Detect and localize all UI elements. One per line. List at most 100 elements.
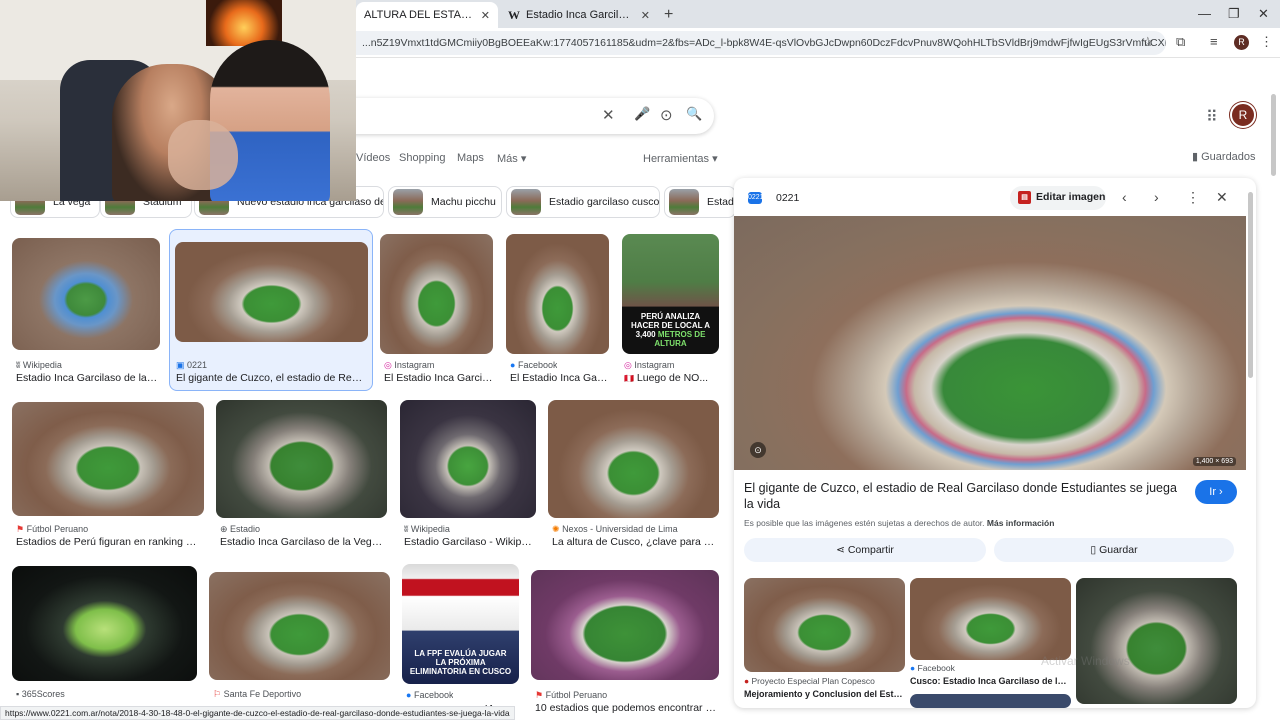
result-title[interactable]: 🇵🇪 Luego de NO... — [624, 372, 720, 384]
chip-thumbnail — [393, 189, 423, 215]
url-input[interactable]: ...n5Z19Vmxt1tdGMCmiiy0BgBOEEaKw:1774057… — [340, 31, 1166, 55]
activation-watermark: Activar Windows — [1041, 654, 1130, 668]
result-card[interactable]: ⚑ Fútbol Peruano 10 estadios que podemos… — [531, 570, 720, 716]
result-card[interactable]: ʬ Wikipedia Estadio Garcilaso - Wikipedi… — [400, 400, 537, 552]
result-card[interactable]: ʬ Wikipedia Estadio Inca Garcilaso de la… — [12, 238, 162, 386]
result-title[interactable]: El gigante de Cuzco, el estadio de Real … — [176, 372, 366, 384]
related-image[interactable] — [910, 694, 1071, 708]
related-image[interactable] — [744, 578, 905, 672]
result-image-caption: Perú analiza hacer de local a 3,400 metr… — [630, 312, 711, 348]
minimize-icon[interactable]: — — [1198, 6, 1211, 21]
result-image[interactable] — [400, 400, 536, 518]
webcam-hand — [168, 120, 238, 190]
save-label: Guardar — [1099, 544, 1138, 556]
result-card[interactable]: ⚐ Santa Fe Deportivo — [209, 572, 391, 706]
search-input[interactable] — [300, 98, 714, 134]
related-image[interactable] — [910, 578, 1071, 660]
more-options-icon[interactable]: ⋮ — [1186, 189, 1200, 206]
share-button[interactable]: ⋖ Compartir — [744, 538, 986, 562]
result-image[interactable] — [380, 234, 493, 354]
result-title[interactable]: Estadio Inca Garcilaso de la V... — [16, 372, 158, 384]
result-image[interactable]: Perú analiza hacer de local a 3,400 metr… — [622, 234, 719, 354]
result-title[interactable]: Estadio Garcilaso - Wikipedia — [404, 536, 536, 548]
result-image[interactable] — [12, 238, 160, 350]
result-card[interactable]: ✺ Nexos - Universidad de Lima La altura … — [548, 400, 720, 552]
extensions-icon[interactable]: ⧉ — [1176, 34, 1185, 50]
tab-maps[interactable]: Maps — [457, 152, 484, 164]
avatar[interactable]: R — [1230, 102, 1256, 128]
tab-shopping[interactable]: Shopping — [399, 152, 446, 164]
chip-machu-picchu[interactable]: Machu picchu — [388, 186, 502, 218]
lens-search-icon[interactable]: ⊙ — [750, 442, 766, 458]
related-title[interactable]: Cusco: Estadio Inca Garcilaso de la Veg.… — [910, 676, 1070, 686]
result-image[interactable] — [216, 400, 387, 518]
apps-grid-icon[interactable]: ⠿ — [1206, 107, 1218, 127]
result-image[interactable] — [548, 400, 719, 518]
chip-estadio-garcilaso[interactable]: Estadio garcilaso cusco — [506, 186, 660, 218]
preview-image[interactable]: ⊙ 1,400 × 693 — [734, 216, 1246, 470]
save-button[interactable]: ▯ Guardar — [994, 538, 1234, 562]
preview-site-name[interactable]: 0221 — [776, 192, 799, 204]
tab-title: ALTURA DEL ESTADIO DE CUSCO — [364, 9, 475, 21]
tab-active[interactable]: ALTURA DEL ESTADIO DE CUSCO ✕ — [356, 2, 498, 28]
search-icon[interactable]: 🔍 — [686, 106, 702, 122]
panel-scrollbar[interactable] — [1248, 192, 1253, 378]
result-image[interactable] — [209, 572, 390, 680]
lens-icon[interactable]: ⊙ — [660, 106, 673, 124]
voice-search-icon[interactable]: 🎤 — [634, 106, 650, 122]
result-card[interactable]: ◎ Instagram El Estadio Inca Garcila... — [380, 234, 495, 386]
saved-label: Guardados — [1201, 151, 1256, 163]
result-image[interactable] — [175, 242, 368, 342]
tab-more[interactable]: Más ▾ — [497, 152, 526, 165]
tab-close-icon[interactable]: ✕ — [641, 9, 650, 22]
new-tab-icon[interactable]: + — [664, 6, 673, 24]
chip-estadi[interactable]: Estadi — [664, 186, 736, 218]
chip-thumbnail — [669, 189, 699, 215]
result-source: ◎ Instagram — [384, 360, 435, 370]
result-card[interactable]: ● Facebook El Estadio Inca Garc... — [506, 234, 611, 386]
result-title[interactable]: El Estadio Inca Garc... — [510, 372, 610, 384]
result-card[interactable]: ⊕ Estadio Estadio Inca Garcilaso de la V… — [216, 400, 388, 552]
chip-thumbnail — [511, 189, 541, 215]
result-image[interactable] — [506, 234, 609, 354]
bookmark-star-icon[interactable]: ☆ — [1142, 34, 1154, 50]
previous-icon[interactable]: ‹ — [1122, 189, 1127, 205]
more-info-link[interactable]: Más información — [987, 518, 1055, 528]
result-card-selected[interactable]: ▣ 0221 El gigante de Cuzco, el estadio d… — [169, 229, 373, 391]
related-title[interactable]: Mejoramiento y Conclusion del Estadio... — [744, 689, 904, 699]
close-icon[interactable]: ✕ — [1216, 189, 1228, 206]
result-image[interactable] — [531, 570, 719, 680]
copyright-note: Es posible que las imágenes estén sujeta… — [744, 518, 1055, 528]
tab-videos[interactable]: Vídeos — [356, 152, 390, 164]
result-title[interactable]: 10 estadios que podemos encontrar en l..… — [535, 702, 719, 714]
result-image[interactable] — [12, 566, 197, 681]
result-card[interactable]: Perú analiza hacer de local a 3,400 metr… — [622, 234, 720, 386]
result-title[interactable]: Estadios de Perú figuran en ranking de l… — [16, 536, 202, 548]
visit-button[interactable]: Ir › — [1195, 480, 1237, 504]
result-title[interactable]: El Estadio Inca Garcila... — [384, 372, 494, 384]
related-image[interactable] — [1076, 578, 1237, 704]
result-title[interactable]: Estadio Inca Garcilaso de la Vega - ... — [220, 536, 386, 548]
result-image[interactable]: La FPF evalúa jugar la próxima eliminato… — [402, 564, 519, 684]
browser-menu-icon[interactable]: ⋮ — [1260, 34, 1273, 50]
page-scrollbar[interactable] — [1268, 86, 1278, 716]
browser-profile-avatar[interactable]: R — [1234, 35, 1249, 50]
result-card[interactable]: La FPF evalúa jugar la próxima eliminato… — [402, 564, 520, 715]
close-window-icon[interactable]: ✕ — [1258, 6, 1269, 22]
tab-wikipedia[interactable]: W Estadio Inca Garcilaso de la Vega ✕ — [500, 2, 658, 28]
clear-icon[interactable]: ✕ — [602, 106, 615, 124]
scrollbar-thumb[interactable] — [1271, 94, 1276, 176]
result-card[interactable]: ▪ 365Scores — [12, 566, 198, 706]
restore-icon[interactable]: ❐ — [1228, 6, 1240, 22]
result-image[interactable] — [12, 402, 204, 516]
tools-button[interactable]: Herramientas ▾ — [643, 152, 718, 165]
tab-close-icon[interactable]: ✕ — [481, 9, 490, 22]
saved-button[interactable]: ▮ Guardados — [1192, 150, 1256, 163]
preview-title[interactable]: El gigante de Cuzco, el estadio de Real … — [744, 480, 1184, 512]
edit-image-button[interactable]: ▤ Editar imagen — [1010, 186, 1106, 210]
result-title[interactable]: La altura de Cusco, ¿clave para vol... — [552, 536, 718, 548]
result-card[interactable]: ⚑ Fútbol Peruano Estadios de Perú figura… — [12, 402, 205, 552]
media-icon[interactable]: ≡ — [1210, 34, 1218, 49]
chip-label: Estadio garcilaso cusco — [549, 196, 660, 208]
next-icon[interactable]: › — [1154, 189, 1159, 205]
